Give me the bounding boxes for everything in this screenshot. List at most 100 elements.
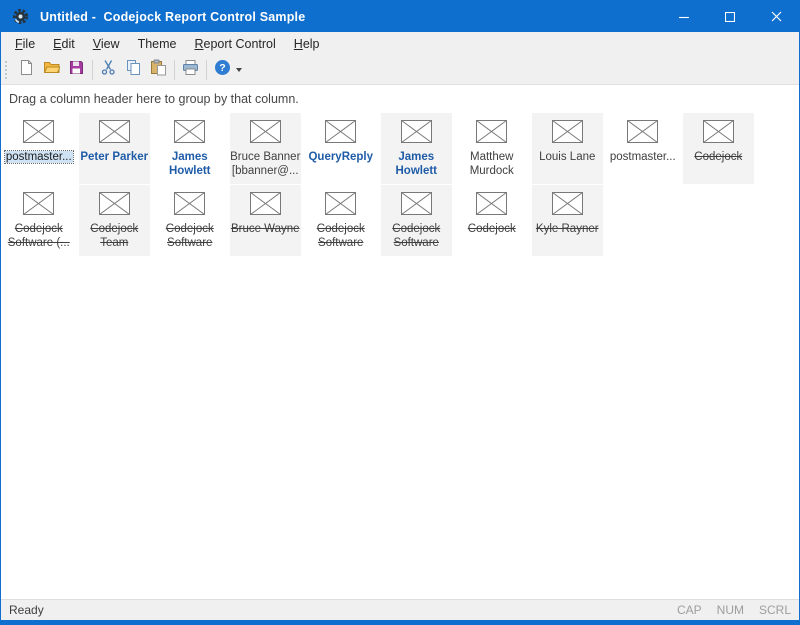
envelope-icon: [401, 120, 432, 143]
envelope-icon: [627, 120, 658, 143]
envelope-icon: [401, 192, 432, 215]
menu-bar: FileEditViewThemeReport ControlHelp: [1, 32, 799, 55]
mail-item-label: Kyle Rayner: [536, 222, 599, 236]
mail-item-label: Codejock: [468, 222, 516, 236]
menu-help[interactable]: Help: [285, 34, 329, 54]
title-bar: Untitled - Codejock Report Control Sampl…: [1, 1, 799, 32]
mail-item-label: Bruce Banner [bbanner@...: [230, 150, 302, 178]
envelope-icon: [99, 120, 130, 143]
envelope-icon: [325, 192, 356, 215]
mail-item-label: postmaster...: [610, 150, 676, 164]
mail-item[interactable]: Codejock Software: [381, 185, 453, 256]
mail-item[interactable]: James Howlett: [381, 113, 453, 184]
grid-row: postmaster...Peter ParkerJames HowlettBr…: [3, 113, 799, 184]
mail-item[interactable]: postmaster...: [607, 113, 679, 184]
app-window: Untitled - Codejock Report Control Sampl…: [0, 0, 800, 625]
envelope-icon: [476, 120, 507, 143]
mail-item[interactable]: Kyle Rayner: [532, 185, 604, 256]
save-icon: [68, 59, 85, 81]
window-title: Untitled - Codejock Report Control Sampl…: [40, 10, 305, 24]
save-button[interactable]: [64, 58, 89, 82]
toolbar-separator: [174, 60, 175, 80]
mail-item[interactable]: Louis Lane: [532, 113, 604, 184]
grid-row: Codejock Software (...Codejock TeamCodej…: [3, 185, 799, 256]
envelope-icon: [23, 192, 54, 215]
paste-icon: [150, 59, 167, 81]
menu-edit[interactable]: Edit: [44, 34, 84, 54]
copy-icon: [125, 59, 142, 81]
print-icon: [182, 59, 199, 81]
maximize-button[interactable]: [707, 1, 753, 32]
status-message: Ready: [9, 603, 44, 617]
mail-item[interactable]: Codejock Software: [154, 185, 226, 256]
envelope-icon: [552, 120, 583, 143]
mail-item-label: Codejock Software: [305, 222, 377, 250]
mail-item-label: Louis Lane: [539, 150, 595, 164]
open-folder-button[interactable]: [39, 58, 64, 82]
mail-item[interactable]: Codejock: [683, 113, 755, 184]
envelope-icon: [174, 120, 205, 143]
mail-item[interactable]: postmaster...: [3, 113, 75, 184]
mail-item-label: Peter Parker: [80, 150, 148, 164]
open-folder-icon: [43, 59, 60, 81]
mail-item[interactable]: Codejock Software (...: [3, 185, 75, 256]
menu-view[interactable]: View: [84, 34, 129, 54]
mail-item-label: Bruce Wayne: [231, 222, 300, 236]
status-indicator-scrl: SCRL: [759, 603, 791, 617]
new-document-icon: [18, 59, 35, 81]
mail-item-label: Matthew Murdock: [456, 150, 528, 178]
envelope-icon: [250, 192, 281, 215]
new-document-button[interactable]: [14, 58, 39, 82]
mail-item[interactable]: Codejock Software: [305, 185, 377, 256]
window-controls: [661, 1, 799, 32]
envelope-icon: [476, 192, 507, 215]
mail-item[interactable]: QueryReply: [305, 113, 377, 184]
mail-item-label: Codejock: [694, 150, 742, 164]
status-indicator-cap: CAP: [677, 603, 702, 617]
copy-button[interactable]: [121, 58, 146, 82]
envelope-icon: [250, 120, 281, 143]
paste-button[interactable]: [146, 58, 171, 82]
envelope-icon: [174, 192, 205, 215]
toolbar-separator: [92, 60, 93, 80]
print-button[interactable]: [178, 58, 203, 82]
mail-item-label: Codejock Software (...: [3, 222, 75, 250]
mail-item-label: QueryReply: [308, 150, 373, 164]
mail-item[interactable]: Peter Parker: [79, 113, 151, 184]
report-item-grid: postmaster...Peter ParkerJames HowlettBr…: [1, 112, 799, 599]
cut-icon: [100, 59, 117, 81]
toolbar-grip-handle[interactable]: [5, 61, 10, 79]
minimize-button[interactable]: [661, 1, 707, 32]
cut-button[interactable]: [96, 58, 121, 82]
menu-theme[interactable]: Theme: [129, 34, 186, 54]
menu-report-control[interactable]: Report Control: [186, 34, 285, 54]
envelope-icon: [23, 120, 54, 143]
status-indicator-num: NUM: [717, 603, 744, 617]
mail-item-label: Codejock Software: [154, 222, 226, 250]
mail-item-label: Codejock Team: [79, 222, 151, 250]
svg-text:?: ?: [219, 62, 225, 74]
mail-item-label: Codejock Software: [381, 222, 453, 250]
mail-item[interactable]: Bruce Wayne: [230, 185, 302, 256]
envelope-icon: [325, 120, 356, 143]
mail-item[interactable]: Bruce Banner [bbanner@...: [230, 113, 302, 184]
toolbar: ?: [1, 55, 799, 85]
status-bar: Ready CAP NUM SCRL: [1, 599, 799, 620]
envelope-icon: [703, 120, 734, 143]
mail-item-label: James Howlett: [154, 150, 226, 178]
menu-file[interactable]: File: [6, 34, 44, 54]
dropdown-arrow-icon[interactable]: [236, 68, 242, 72]
envelope-icon: [552, 192, 583, 215]
mail-item-label: James Howlett: [381, 150, 453, 178]
toolbar-separator: [206, 60, 207, 80]
mail-item[interactable]: Matthew Murdock: [456, 113, 528, 184]
close-button[interactable]: [753, 1, 799, 32]
status-indicators: CAP NUM SCRL: [677, 603, 791, 617]
mail-item[interactable]: Codejock Team: [79, 185, 151, 256]
envelope-icon: [99, 192, 130, 215]
mail-item[interactable]: James Howlett: [154, 113, 226, 184]
group-by-box[interactable]: Drag a column header here to group by th…: [1, 85, 799, 112]
group-by-hint-text: Drag a column header here to group by th…: [9, 92, 299, 106]
help-button[interactable]: ?: [210, 58, 235, 82]
mail-item[interactable]: Codejock: [456, 185, 528, 256]
